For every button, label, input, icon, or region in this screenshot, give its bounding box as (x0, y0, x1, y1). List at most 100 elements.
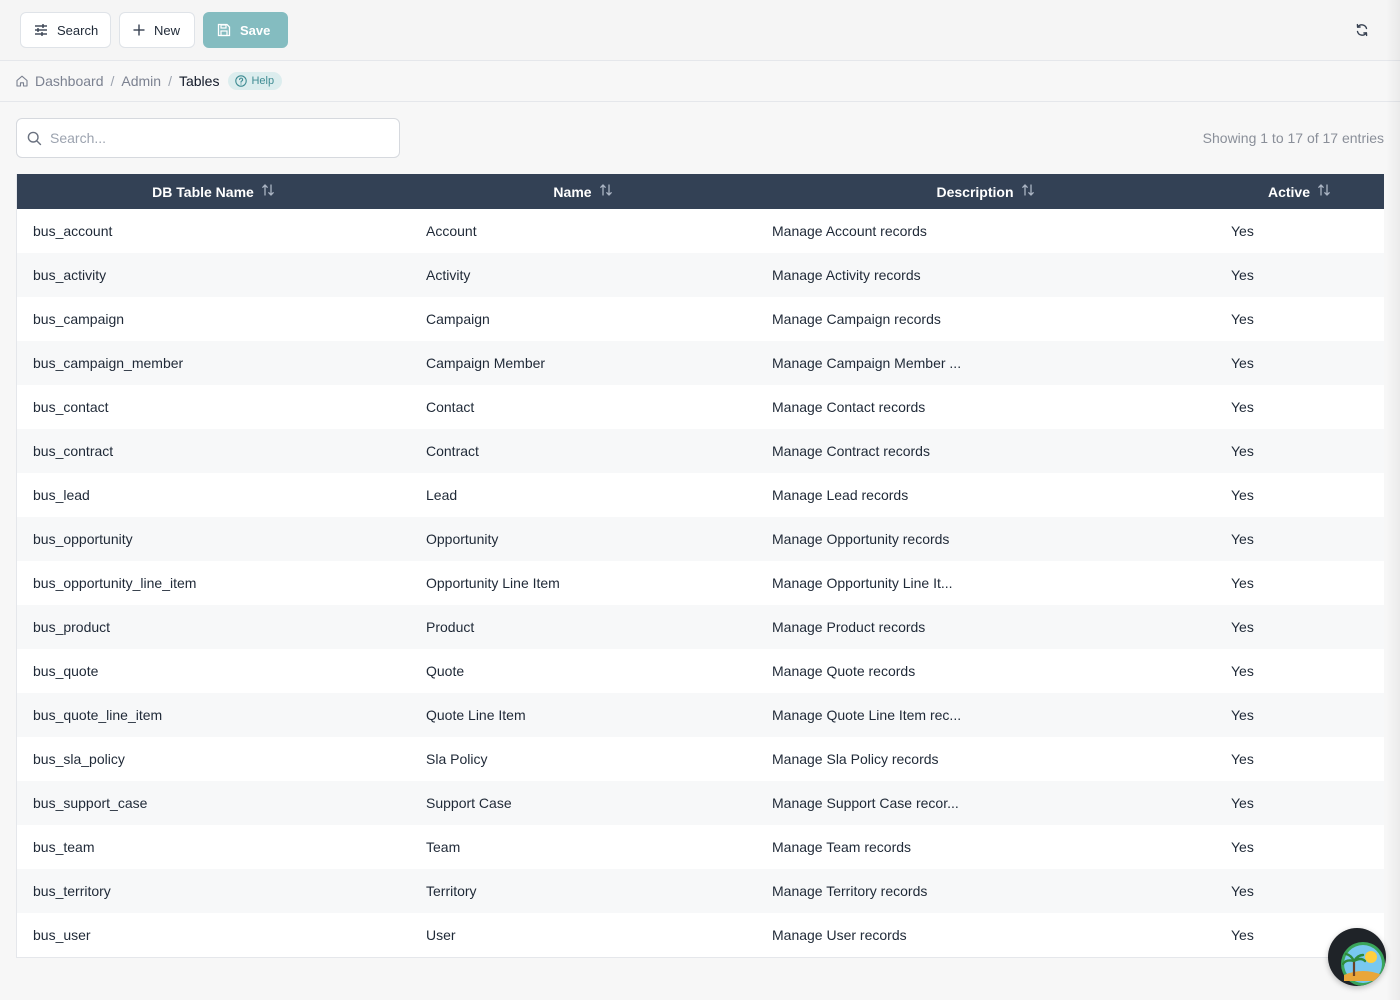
cell-name: User (426, 927, 456, 943)
table-row[interactable]: bus_support_case Support Case Manage Sup… (17, 781, 1384, 825)
table-row[interactable]: bus_activity Activity Manage Activity re… (17, 253, 1384, 297)
table-row[interactable]: bus_opportunity_line_item Opportunity Li… (17, 561, 1384, 605)
table-row[interactable]: bus_team Team Manage Team records Yes (17, 825, 1384, 869)
cell-active: Yes (1231, 663, 1254, 679)
breadcrumb-separator: / (110, 73, 115, 89)
table-row[interactable]: bus_product Product Manage Product recor… (17, 605, 1384, 649)
cell-active: Yes (1231, 311, 1254, 327)
cell-name: Sla Policy (426, 751, 488, 767)
save-button[interactable]: Save (203, 12, 288, 48)
cell-description: Manage Territory records (772, 883, 928, 899)
entries-info: Showing 1 to 17 of 17 entries (1202, 130, 1384, 146)
cell-db-table-name: bus_contract (33, 443, 114, 459)
cell-name: Campaign Member (426, 355, 546, 371)
table-body: bus_account Account Manage Account recor… (17, 209, 1384, 957)
cell-name: Activity (426, 267, 471, 283)
cell-db-table-name: bus_activity (33, 267, 107, 283)
sliders-icon (35, 24, 47, 36)
cell-active: Yes (1231, 487, 1254, 503)
new-button[interactable]: New (119, 12, 195, 48)
table-row[interactable]: bus_account Account Manage Account recor… (17, 209, 1384, 253)
cell-name: Lead (426, 487, 458, 503)
cell-db-table-name: bus_lead (33, 487, 90, 503)
help-label: Help (251, 75, 275, 87)
plus-icon (133, 24, 145, 36)
cell-db-table-name: bus_support_case (33, 795, 148, 811)
table-row[interactable]: bus_lead Lead Manage Lead records Yes (17, 473, 1384, 517)
cell-name: Support Case (426, 795, 512, 811)
cell-db-table-name: bus_campaign (33, 311, 125, 327)
cell-db-table-name: bus_contact (33, 399, 109, 415)
cell-description: Manage Contact records (772, 399, 926, 415)
cell-name: Quote (426, 663, 465, 679)
sort-arrows-icon[interactable] (1317, 183, 1331, 200)
table-header-row: DB Table Name Name Description Active (17, 174, 1384, 209)
column-header-label: Name (553, 183, 592, 200)
sort-arrows-icon[interactable] (261, 183, 275, 200)
cell-db-table-name: bus_user (33, 927, 91, 943)
cell-active: Yes (1231, 399, 1254, 415)
cell-active: Yes (1231, 883, 1254, 899)
table-row[interactable]: bus_opportunity Opportunity Manage Oppor… (17, 517, 1384, 561)
column-header-active[interactable]: Active (1215, 174, 1384, 209)
cell-name: Quote Line Item (426, 707, 526, 723)
table-row[interactable]: bus_quote_line_item Quote Line Item Mana… (17, 693, 1384, 737)
cell-active: Yes (1231, 267, 1254, 283)
breadcrumb-tables: Tables (178, 73, 220, 89)
cell-description: Manage Sla Policy records (772, 751, 939, 767)
cell-active: Yes (1231, 223, 1254, 239)
cell-description: Manage Opportunity Line It... (772, 575, 953, 591)
cell-description: Manage Product records (772, 619, 926, 635)
column-header-description[interactable]: Description (756, 174, 1215, 209)
refresh-icon[interactable] (1354, 22, 1370, 38)
tables-table: DB Table Name Name Description Active bu… (16, 174, 1384, 958)
column-header-label: Description (936, 183, 1014, 200)
cell-db-table-name: bus_opportunity_line_item (33, 575, 197, 591)
sort-arrows-icon[interactable] (1021, 183, 1035, 200)
table-row[interactable]: bus_contact Contact Manage Contact recor… (17, 385, 1384, 429)
table-row[interactable]: bus_sla_policy Sla Policy Manage Sla Pol… (17, 737, 1384, 781)
table-row[interactable]: bus_quote Quote Manage Quote records Yes (17, 649, 1384, 693)
column-header-name[interactable]: Name (410, 174, 756, 209)
cell-description: Manage Lead records (772, 487, 909, 503)
column-header-db-table-name[interactable]: DB Table Name (17, 174, 410, 209)
search-field (16, 118, 400, 158)
home-icon[interactable] (16, 75, 28, 87)
cell-name: Product (426, 619, 475, 635)
breadcrumb-admin[interactable]: Admin (121, 73, 161, 89)
chat-avatar-icon (1341, 942, 1385, 986)
search-button-label: Search (57, 22, 99, 38)
breadcrumb-separator: / (168, 73, 172, 89)
table-row[interactable]: bus_territory Territory Manage Territory… (17, 869, 1384, 913)
chat-launcher-button[interactable] (1328, 928, 1386, 986)
question-circle-icon (235, 75, 248, 87)
cell-description: Manage Contract records (772, 443, 930, 459)
search-input[interactable] (50, 130, 380, 146)
table-row[interactable]: bus_user User Manage User records Yes (17, 913, 1384, 957)
cell-active: Yes (1231, 355, 1254, 371)
cell-db-table-name: bus_quote_line_item (33, 707, 163, 723)
cell-description: Manage Opportunity records (772, 531, 950, 547)
floppy-disk-icon (217, 23, 231, 37)
cell-name: Contract (426, 443, 479, 459)
cell-active: Yes (1231, 619, 1254, 635)
cell-description: Manage Campaign records (772, 311, 941, 327)
cell-active: Yes (1231, 531, 1254, 547)
cell-name: Contact (426, 399, 475, 415)
sort-arrows-icon[interactable] (599, 183, 613, 200)
cell-name: Campaign (426, 311, 490, 327)
table-row[interactable]: bus_contract Contract Manage Contract re… (17, 429, 1384, 473)
table-row[interactable]: bus_campaign Campaign Manage Campaign re… (17, 297, 1384, 341)
table-row[interactable]: bus_campaign_member Campaign Member Mana… (17, 341, 1384, 385)
search-button[interactable]: Search (20, 12, 111, 48)
cell-db-table-name: bus_team (33, 839, 95, 855)
cell-active: Yes (1231, 575, 1254, 591)
cell-name: Opportunity (426, 531, 499, 547)
cell-name: Opportunity Line Item (426, 575, 560, 591)
cell-name: Territory (426, 883, 477, 899)
cell-description: Manage Support Case recor... (772, 795, 959, 811)
help-badge[interactable]: Help (228, 72, 283, 90)
scroll-shadow (1386, 0, 1400, 1000)
breadcrumb-dashboard[interactable]: Dashboard (35, 73, 104, 89)
cell-name: Team (426, 839, 461, 855)
